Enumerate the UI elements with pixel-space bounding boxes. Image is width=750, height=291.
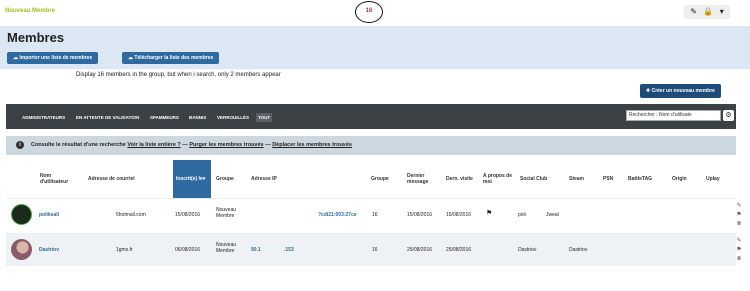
table-row: Dastriov 1gmx.fr 06/08/2016 Nouveau Memb… <box>6 233 742 266</box>
top-bar: Nouveau Membre 16 ✎ 🔒 ▾ <box>0 0 750 26</box>
import-members-button[interactable]: ☁ Importer une liste de membres <box>7 52 99 64</box>
social-club-cell: poli <box>518 212 526 218</box>
email-cell: 1gmx.fr <box>116 247 133 253</box>
close-circle-icon[interactable]: ⊗ <box>734 255 744 264</box>
table-row: poliksali 5hotmail.com 15/08/2016 Nouvea… <box>6 198 742 231</box>
tab-tout[interactable]: TOUT <box>256 113 273 122</box>
col-about[interactable]: A propos de moi <box>483 160 513 198</box>
tab-administrateurs[interactable]: ADMINISTRATEURS <box>20 113 67 122</box>
email-cell: 5hotmail.com <box>116 212 146 218</box>
username-link[interactable]: Dastriov <box>39 247 59 253</box>
tab-en-attente[interactable]: EN ATTENTE DE VALIDATION <box>74 113 141 122</box>
pencil-icon[interactable]: ✎ <box>734 202 744 211</box>
row-actions: ✎ ⚑ ⊗ <box>734 237 744 264</box>
flag-icon[interactable]: ⚑ <box>734 211 744 220</box>
tab-verrouilles[interactable]: VERROUILLÉS <box>215 113 251 122</box>
registered-cell: 06/08/2016 <box>175 247 201 253</box>
group-count-cell: 16 <box>372 212 378 218</box>
page-title: Membres <box>7 30 65 45</box>
filter-tab-bar: ADMINISTRATEURS EN ATTENTE DE VALIDATION… <box>6 104 736 129</box>
last-visit-cell: 25/08/2016 <box>446 247 472 253</box>
col-group2[interactable]: Groupe <box>371 160 401 198</box>
flag-icon: ⚑ <box>486 210 493 217</box>
purge-link[interactable]: Purger les membres trouvés <box>189 142 263 148</box>
steam-cell: Dastriov <box>569 247 588 253</box>
col-battletag[interactable]: BattleTAG <box>628 160 664 198</box>
last-message-cell: 15/08/2016 <box>407 212 433 218</box>
col-email[interactable]: Adresse de courriel <box>88 160 168 198</box>
search-input[interactable]: Rechercher : Nom d'utilisate <box>626 110 721 121</box>
toolbar-group: ✎ 🔒 ▾ <box>684 5 730 19</box>
view-all-link[interactable]: Voir la liste entière ? <box>127 142 180 148</box>
col-origin[interactable]: Origin <box>672 160 700 198</box>
create-member-button[interactable]: ✚ Créer un nouveau membre <box>640 84 721 98</box>
move-link[interactable]: Déplacer les membres trouvés <box>272 142 352 148</box>
download-members-button[interactable]: ☁ Télécharger la liste des membres <box>122 52 220 64</box>
col-registered[interactable]: Inscrit(e) le ▾ <box>173 160 211 198</box>
page-header: Membres ☁ Importer une liste de membres … <box>0 26 750 69</box>
group-cell: Nouveau Membre <box>216 242 237 254</box>
annotation-note: Display 16 members in the group, but whe… <box>76 72 281 78</box>
col-uplay[interactable]: Uplay <box>706 160 730 198</box>
registered-cell: 15/08/2016 <box>175 212 201 218</box>
lock-icon[interactable]: 🔒 <box>703 5 713 19</box>
last-visit-cell: 15/08/2016 <box>446 212 472 218</box>
gear-icon[interactable]: ⚙ <box>723 110 734 121</box>
col-last-message[interactable]: Dernier message <box>407 160 437 198</box>
sort-desc-icon: ▾ <box>202 176 206 182</box>
brand-label[interactable]: Nouveau Membre <box>5 8 55 14</box>
ip-link[interactable]: 90.1 <box>251 247 261 253</box>
group-cell: Nouveau Membre <box>216 207 237 219</box>
flag-icon[interactable]: ⚑ <box>734 246 744 255</box>
annotation-circle: 16 <box>355 1 383 23</box>
col-social-club[interactable]: Social Club <box>520 160 560 198</box>
pencil-icon[interactable]: ✎ <box>734 237 744 246</box>
close-circle-icon[interactable]: ⊗ <box>734 220 744 229</box>
caret-down-icon[interactable]: ▾ <box>720 5 724 19</box>
ip-link[interactable]: ?cdi21:003:27ce <box>318 212 357 218</box>
group-count-cell: 16 <box>372 247 378 253</box>
ip-link-suffix[interactable]: .153 <box>284 247 294 253</box>
info-text: Consulte le résultat d'une recherche Voi… <box>31 142 352 148</box>
search-info-bar: i Consulte le résultat d'une recherche V… <box>6 136 736 155</box>
username-link[interactable]: poliksali <box>39 212 59 218</box>
last-message-cell: 25/08/2016 <box>407 247 433 253</box>
avatar[interactable] <box>11 204 32 225</box>
row-actions: ✎ ⚑ ⊗ <box>734 202 744 229</box>
col-psn[interactable]: PSN <box>603 160 623 198</box>
col-last-visit[interactable]: Dern. visite <box>446 160 476 198</box>
steam-cell: Jweal <box>546 212 559 218</box>
col-username[interactable]: Nom d'utilisateur <box>40 160 78 198</box>
info-icon: i <box>16 141 24 149</box>
col-steam[interactable]: Steam <box>569 160 599 198</box>
tab-bannis[interactable]: BANNIS <box>187 113 208 122</box>
avatar[interactable] <box>11 239 32 260</box>
col-ip[interactable]: Adresse IP <box>251 160 311 198</box>
members-table-header: Nom d'utilisateur Adresse de courriel In… <box>6 160 736 198</box>
col-group[interactable]: Groupe <box>216 160 246 198</box>
tab-spammeurs[interactable]: SPAMMEURS <box>148 113 181 122</box>
pencil-icon[interactable]: ✎ <box>690 5 697 19</box>
social-club-cell: Dastriov <box>518 247 537 253</box>
